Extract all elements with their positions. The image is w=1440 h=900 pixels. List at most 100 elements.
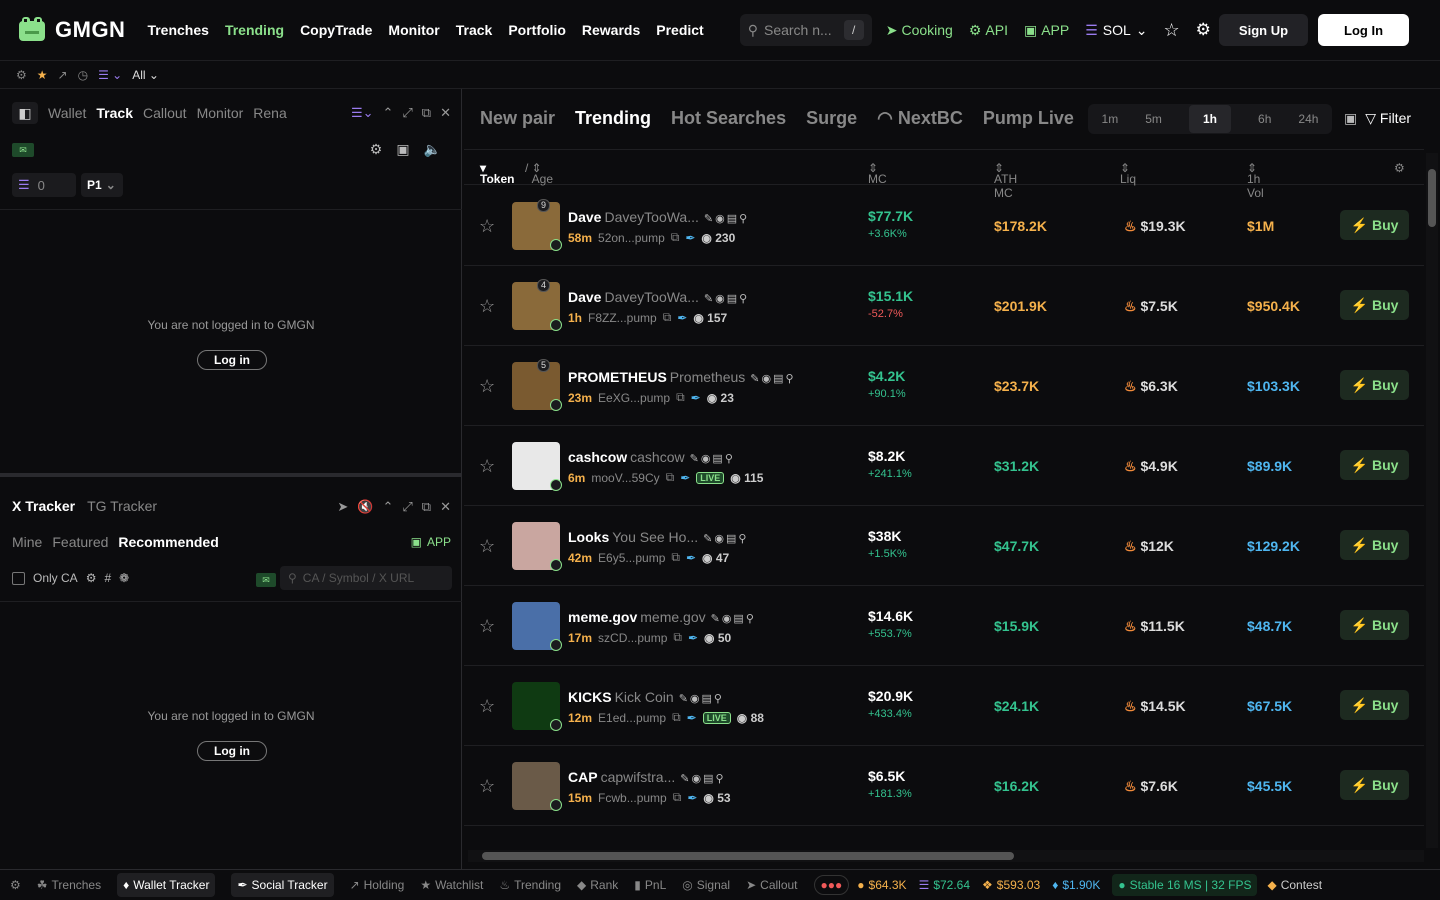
tracker-app-link[interactable]: ▣ APP (411, 535, 451, 549)
token-name[interactable]: CAP capwifstra... ✎◉▤⚲ (568, 769, 726, 785)
sidebar-toggle-icon[interactable]: ◧ (12, 102, 38, 124)
social-icon[interactable]: ✒ (688, 631, 698, 645)
login-button[interactable]: Log in (197, 350, 267, 370)
token-name[interactable]: KICKS Kick Coin ✎◉▤⚲ (568, 689, 724, 705)
bookmark-icon[interactable]: ▣ (1344, 110, 1357, 127)
horizontal-scroll-thumb[interactable] (482, 852, 1014, 860)
timeframe-24h[interactable]: 24h (1298, 112, 1318, 126)
bottom-callout[interactable]: ➤ Callout (746, 878, 797, 892)
nav-monitor[interactable]: Monitor (388, 22, 439, 38)
app-button[interactable]: ▣ APP (1024, 22, 1069, 39)
gear-icon[interactable]: ⚙ (10, 878, 21, 892)
col-ath[interactable]: ATH MC ⇕ (994, 161, 1017, 200)
chevron-up-icon[interactable]: ⌃ (382, 499, 393, 515)
star-icon[interactable]: ☆ (1164, 20, 1180, 41)
tab-trending[interactable]: Trending (575, 108, 651, 129)
social-icon[interactable]: ✒ (687, 711, 697, 725)
mute-icon[interactable]: 🔇 (357, 499, 373, 515)
col-token[interactable]: Token ▾ (480, 161, 514, 186)
tab-nextbc[interactable]: ◠ NextBC (877, 108, 963, 129)
close-icon[interactable]: ✕ (440, 499, 451, 515)
table-row[interactable]: ☆ Looks You See Ho... ✎◉▤⚲ 42m E6y5...pump… (464, 506, 1424, 586)
buy-button[interactable]: ⚡ Buy (1340, 290, 1409, 320)
copy-icon[interactable]: ⧉ (676, 390, 685, 405)
favorite-star-icon[interactable]: ☆ (479, 536, 495, 557)
rocket-icon[interactable]: ➤ (337, 499, 348, 515)
subtab-mine[interactable]: Mine (12, 534, 42, 550)
favorite-star-icon[interactable]: ☆ (479, 216, 495, 237)
table-row[interactable]: ☆ 4 Dave DaveyTooWa... ✎◉▤⚲ 1h F8ZZ...pump… (464, 266, 1424, 346)
bookmark-icon[interactable]: ▣ (396, 141, 409, 158)
history-icon[interactable]: ◷ (78, 68, 88, 82)
close-icon[interactable]: ✕ (440, 105, 451, 121)
timeframe-1m[interactable]: 1m (1102, 112, 1119, 126)
copy-icon[interactable]: ⧉ (663, 310, 672, 325)
popout-icon[interactable]: ⧉ (422, 499, 431, 515)
subtab-featured[interactable]: Featured (52, 534, 108, 550)
tab-track[interactable]: Track (96, 105, 133, 121)
col-mc[interactable]: MC ⇕ (868, 161, 887, 186)
favorite-star-icon[interactable]: ☆ (479, 296, 495, 317)
timeframe-5m[interactable]: 5m (1145, 112, 1162, 126)
filter-button[interactable]: ▽ Filter (1365, 110, 1411, 127)
tracker-search-input[interactable]: ⚲ CA / Symbol / X URL (280, 566, 452, 590)
chain-icon[interactable]: ☰⌄ (351, 105, 374, 121)
copy-icon[interactable]: ⧉ (671, 550, 680, 565)
token-name[interactable]: PROMETHEUS Prometheus ✎◉▤⚲ (568, 369, 796, 385)
tab-rena[interactable]: Rena (253, 105, 286, 121)
bottom-watchlist[interactable]: ★ Watchlist (420, 878, 483, 892)
gear-icon[interactable]: ⚙ (370, 141, 383, 158)
favorite-star-icon[interactable]: ☆ (479, 376, 495, 397)
timeframe-6h[interactable]: 6h (1258, 112, 1271, 126)
tab-pump-live[interactable]: Pump Live (983, 108, 1074, 129)
buy-button[interactable]: ⚡ Buy (1340, 530, 1409, 560)
only-ca-checkbox[interactable] (12, 571, 25, 585)
preset-select[interactable]: P1 ⌄ (81, 173, 123, 197)
social-icon[interactable]: ✒ (686, 551, 696, 565)
cooking-button[interactable]: ➤ Cooking (886, 22, 953, 39)
vertical-scroll-thumb[interactable] (1428, 169, 1436, 227)
chevron-up-icon[interactable]: ⌃ (382, 105, 393, 121)
social-icon[interactable]: ✒ (685, 231, 695, 245)
table-row[interactable]: ☆ 5 PROMETHEUS Prometheus ✎◉▤⚲ 23m EeXG...… (464, 346, 1424, 426)
favorite-star-icon[interactable]: ☆ (479, 776, 495, 797)
popout-icon[interactable]: ⧉ (422, 105, 431, 121)
hashtag-icon[interactable]: # (104, 571, 111, 585)
favorite-star-icon[interactable]: ☆ (479, 616, 495, 637)
expand-icon[interactable]: ⤢ (402, 499, 412, 515)
tab-surge[interactable]: Surge (806, 108, 857, 129)
buy-button[interactable]: ⚡ Buy (1340, 210, 1409, 240)
table-row[interactable]: ☆ cashcow cashcow ✎◉▤⚲ 6m mooV...59Cy ⧉ ✒ … (464, 426, 1424, 506)
expand-icon[interactable]: ⤢ (402, 105, 412, 121)
platform-icons[interactable]: ●●● (813, 875, 850, 895)
nav-rewards[interactable]: Rewards (582, 22, 640, 38)
chain-select[interactable]: ☰ SOL ⌄ (1085, 22, 1147, 39)
copy-icon[interactable]: ⧉ (673, 630, 682, 645)
buy-button[interactable]: ⚡ Buy (1340, 450, 1409, 480)
timeframe-1h[interactable]: 1h (1188, 105, 1231, 133)
login-button[interactable]: Log in (197, 741, 267, 761)
col-age[interactable]: / Age ⇕ (525, 161, 553, 186)
buy-button[interactable]: ⚡ Buy (1340, 690, 1409, 720)
social-icon[interactable]: ✒ (691, 391, 701, 405)
bottom-social-tracker[interactable]: ✒ Social Tracker (231, 873, 334, 897)
nav-trending[interactable]: Trending (225, 22, 284, 38)
tab-new-pair[interactable]: New pair (480, 108, 555, 129)
buy-button[interactable]: ⚡ Buy (1340, 770, 1409, 800)
tab-wallet[interactable]: Wallet (48, 105, 86, 121)
logo[interactable]: GMGN (15, 13, 125, 47)
copy-icon[interactable]: ⧉ (671, 230, 680, 245)
vertical-scrollbar[interactable] (1426, 153, 1438, 848)
tab-monitor[interactable]: Monitor (197, 105, 244, 121)
resize-handle[interactable] (0, 473, 462, 477)
login-button[interactable]: Log In (1318, 14, 1410, 46)
filter-badge-icon[interactable]: ❁ (119, 571, 129, 585)
nav-trenches[interactable]: Trenches (147, 22, 208, 38)
subtab-recommended[interactable]: Recommended (118, 534, 218, 550)
chain-filter-icon[interactable]: ☰ ⌄ (98, 68, 122, 82)
nav-portfolio[interactable]: Portfolio (508, 22, 566, 38)
favorite-star-icon[interactable]: ☆ (479, 696, 495, 717)
gear-icon[interactable]: ⚙ (1196, 20, 1211, 40)
table-row[interactable]: ☆ meme.gov meme.gov ✎◉▤⚲ 17m szCD...pump ⧉… (464, 586, 1424, 666)
tab-hot-searches[interactable]: Hot Searches (671, 108, 786, 129)
